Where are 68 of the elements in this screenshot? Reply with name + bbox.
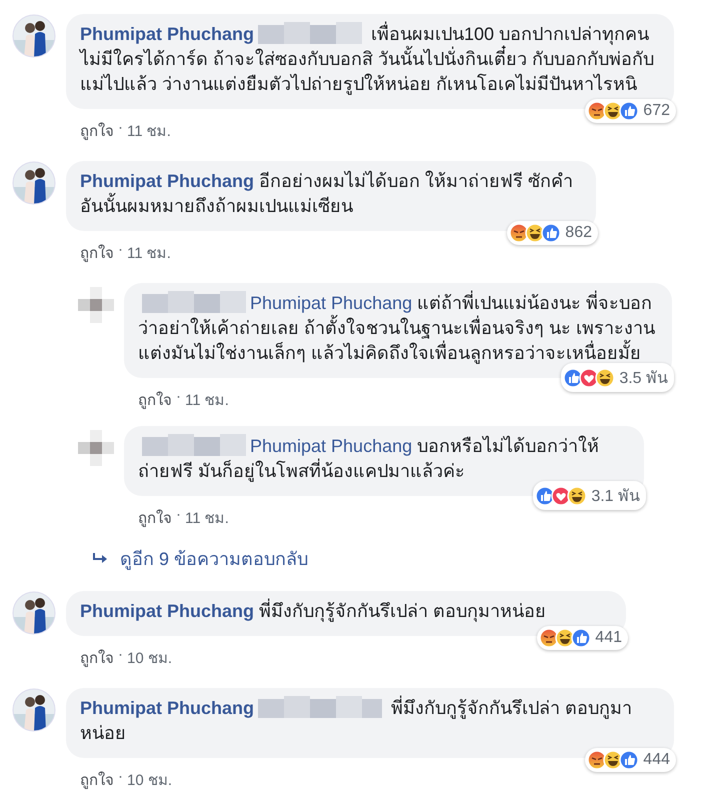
like-reaction-icon (619, 750, 640, 770)
angry-reaction-icon (509, 223, 530, 243)
like-link[interactable]: ถูกใจ (80, 241, 114, 265)
comment-text: Phumipat Phuchang พี่มึงกับกูรู้จักกันรึเปล่า ตอบกูมาหน่อย (80, 696, 660, 746)
comment-time[interactable]: 11 ชม. (127, 241, 171, 265)
like-reaction-icon (563, 368, 584, 388)
comment-text: Phumipat Phuchang อีกอย่างผมไม่ได้บอก ให้มาถ่ายฟรี ซักคำ อันนั้นผมหมายถึงถ้าผมเปนแม่เซียน (80, 170, 574, 218)
avatar[interactable] (12, 591, 56, 635)
like-link[interactable]: ถูกใจ (80, 119, 114, 143)
comment-time[interactable]: 11 ชม. (185, 506, 229, 530)
like-link[interactable]: ถูกใจ (80, 646, 114, 670)
comment-time[interactable]: 10 ชม. (127, 768, 172, 792)
comment-time[interactable]: 11 ชม. (185, 388, 229, 412)
reaction-count: 441 (595, 629, 622, 647)
reaction-count: 672 (643, 102, 670, 120)
like-link[interactable]: ถูกใจ (138, 506, 172, 530)
author-name[interactable]: Phumipat Phuchang (80, 698, 254, 718)
reaction-summary[interactable]: 3.1 พัน (533, 481, 646, 510)
separator-dot: · (176, 506, 181, 525)
reaction-count: 3.1 พัน (591, 487, 640, 507)
reaction-count: 444 (643, 751, 670, 769)
author-name[interactable]: Phumipat Phuchang (80, 171, 254, 191)
haha-reaction-icon (555, 628, 576, 648)
comment-text: Phumipat Phuchang แต่ถ้าพี่เปนแม่น้องนะ พี่จะบอกว่าอย่าให้เค้าถ่ายเลย ถ้าตั้งใจชวนในฐานะเพื่อนจริงๆ นะ เพราะงานแต่งมันไม่ใช่งานเล็กๆ แล้วไม่คิดถึงใจเพื่อนลูกหรอว่าจะเหนื่อยมั้ย (138, 291, 658, 366)
separator-dot: · (118, 241, 123, 260)
like-reaction-icon (619, 101, 640, 121)
like-reaction-icon (535, 486, 556, 506)
like-link[interactable]: ถูกใจ (138, 388, 172, 412)
mention-link[interactable]: Phumipat Phuchang (250, 436, 412, 456)
haha-reaction-icon (603, 750, 624, 770)
reaction-count: 862 (565, 224, 592, 242)
reaction-summary[interactable]: 3.5 พัน (561, 363, 674, 392)
like-link[interactable]: ถูกใจ (80, 768, 114, 792)
avatar[interactable] (12, 14, 56, 58)
separator-dot: · (118, 768, 123, 787)
blurred-avatar (78, 287, 114, 323)
mention-link[interactable]: Phumipat Phuchang (250, 293, 412, 313)
author-name[interactable]: Phumipat Phuchang (80, 601, 254, 621)
blurred-avatar (78, 430, 114, 466)
love-reaction-icon (579, 368, 600, 388)
comment-text: Phumipat Phuchang เพื่อนผมเปน100 บอกปากเปล่าทุกคน ไม่มีใครได้การ์ด ถ้าจะใส่ซองกับบอกสิ วันนั้นไปนั่งกินเตี๋ยว กับบอกกับพ่อกับแม่ไปแล้ว ว่างานแต่งยืมตัวไปถ่ายรูปให้หน่อย กัเหนโอเคไม่มีปันหาไรหนิ (80, 22, 660, 97)
comment-text: Phumipat Phuchang บอกหรือไม่ได้บอกว่าให้ถ่ายฟรี มันก็อยู่ในโพสที่น้องแคปมาแล้วค่ะ (138, 434, 600, 484)
comment-text: Phumipat Phuchang พี่มึงกับกุรู้จักกันรึเปล่า ตอบกุมาหน่อย (80, 599, 612, 624)
separator-dot: · (118, 119, 123, 138)
angry-reaction-icon (587, 750, 608, 770)
reply-arrow-icon (92, 552, 108, 564)
reaction-count: 3.5 พัน (619, 369, 668, 389)
angry-reaction-icon (587, 101, 608, 121)
separator-dot: · (176, 388, 181, 407)
avatar[interactable] (12, 161, 56, 205)
comment-time[interactable]: 11 ชม. (127, 119, 171, 143)
reaction-summary[interactable]: 672 (585, 99, 676, 123)
haha-reaction-icon (603, 101, 624, 121)
reaction-summary[interactable]: 862 (507, 221, 598, 245)
angry-reaction-icon (539, 628, 560, 648)
like-reaction-icon (541, 223, 562, 243)
like-reaction-icon (571, 628, 592, 648)
haha-reaction-icon (567, 486, 588, 506)
view-more-replies-link[interactable]: ดูอีก 9 ข้อความตอบกลับ (120, 544, 308, 573)
separator-dot: · (118, 646, 123, 665)
reaction-summary[interactable]: 444 (585, 748, 676, 772)
avatar[interactable] (12, 688, 56, 732)
love-reaction-icon (551, 486, 572, 506)
haha-reaction-icon (525, 223, 546, 243)
comment-time[interactable]: 10 ชม. (127, 646, 172, 670)
haha-reaction-icon (595, 368, 616, 388)
author-name[interactable]: Phumipat Phuchang (80, 24, 254, 44)
reaction-summary[interactable]: 441 (537, 626, 628, 650)
